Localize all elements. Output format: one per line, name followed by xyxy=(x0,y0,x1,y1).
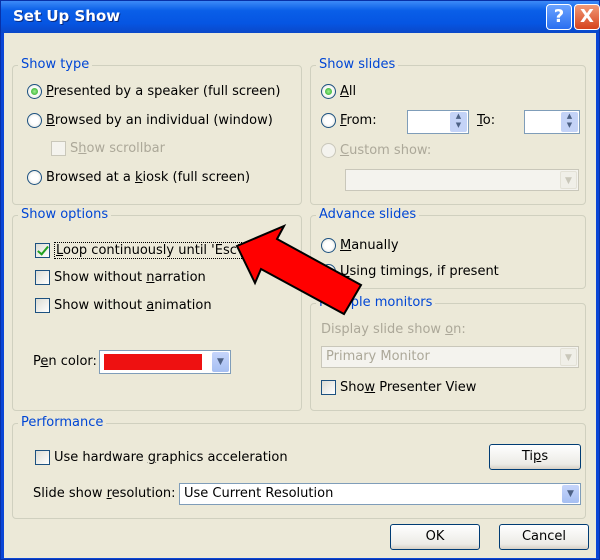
arrow-shape xyxy=(235,223,363,316)
red-arrow-annotation xyxy=(235,223,363,316)
dialog-window: Set Up Show ? X Show type Presented by a… xyxy=(0,0,600,560)
